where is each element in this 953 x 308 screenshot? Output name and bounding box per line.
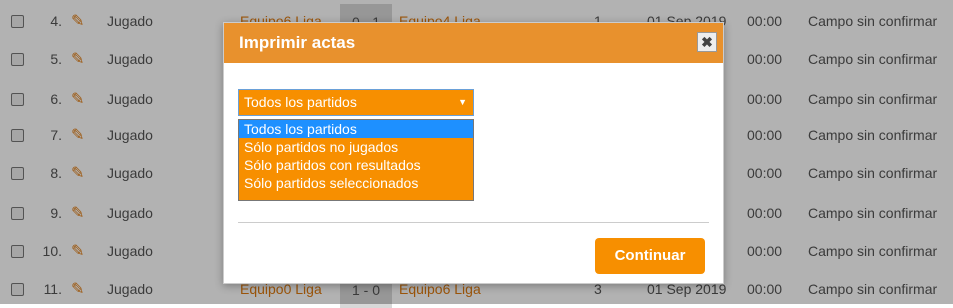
dialog-header: Imprimir actas ✖ — [224, 23, 723, 63]
option-selected-matches[interactable]: Sólo partidos seleccionados — [239, 174, 473, 192]
option-matches-with-results[interactable]: Sólo partidos con resultados — [239, 156, 473, 174]
dialog-title: Imprimir actas — [239, 33, 356, 52]
print-reports-dialog: Imprimir actas ✖ Todos los partidos ▼ To… — [223, 22, 724, 284]
select-value: Todos los partidos — [244, 94, 357, 110]
option-all-matches[interactable]: Todos los partidos — [239, 120, 473, 138]
dropdown-bottom — [239, 192, 473, 200]
match-filter-select[interactable]: Todos los partidos ▼ — [238, 89, 474, 116]
continue-button[interactable]: Continuar — [595, 238, 705, 274]
chevron-down-icon: ▼ — [458, 97, 467, 107]
divider — [238, 222, 709, 223]
close-icon[interactable]: ✖ — [697, 32, 717, 52]
option-unplayed-matches[interactable]: Sólo partidos no jugados — [239, 138, 473, 156]
match-filter-options: Todos los partidos Sólo partidos no juga… — [238, 119, 474, 201]
